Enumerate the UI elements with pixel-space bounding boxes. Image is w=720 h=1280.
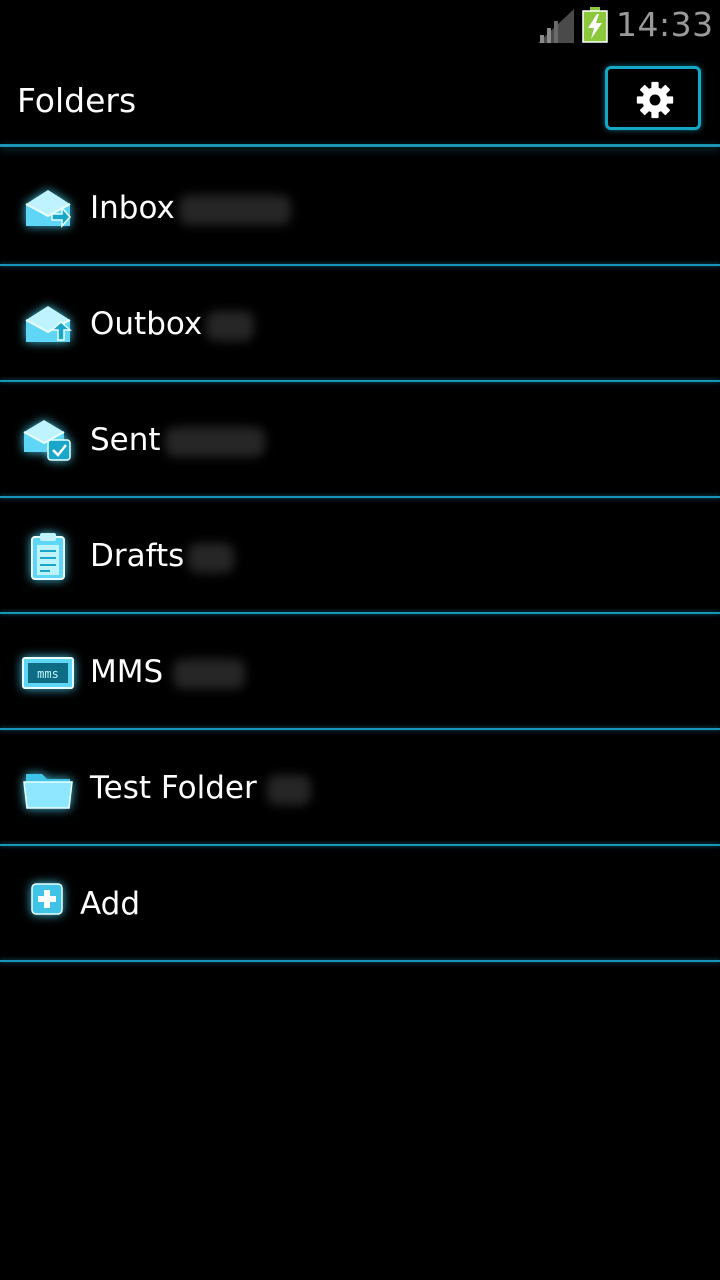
folder-item-drafts[interactable]: Drafts xyxy=(0,498,720,614)
folder-item-outbox[interactable]: Outbox xyxy=(0,266,720,382)
battery-charging-icon xyxy=(582,7,608,43)
sent-icon xyxy=(23,420,71,461)
add-label: Add xyxy=(80,886,141,922)
mms-icon-label: mms xyxy=(37,667,59,681)
folder-label: Drafts xyxy=(90,538,185,574)
mms-icon: mms xyxy=(22,657,74,689)
unread-count-badge xyxy=(206,310,255,341)
folder-label: Sent xyxy=(90,422,161,458)
signal-icon xyxy=(538,9,574,43)
folder-icon xyxy=(23,774,73,809)
unread-count-badge xyxy=(266,774,311,805)
folder-item-inbox[interactable]: Inbox xyxy=(0,150,720,266)
outbox-icon xyxy=(25,306,72,342)
folder-item-sent[interactable]: Sent xyxy=(0,382,720,498)
clock: 14:33 xyxy=(616,5,714,44)
add-folder-button[interactable]: Add xyxy=(0,846,720,962)
header: Folders xyxy=(0,50,720,146)
unread-count-badge xyxy=(164,426,265,457)
status-bar: 14:33 xyxy=(0,0,720,50)
header-divider xyxy=(0,144,720,147)
gear-icon xyxy=(636,81,674,119)
folder-item-test-folder[interactable]: Test Folder xyxy=(0,730,720,846)
drafts-icon xyxy=(31,533,65,580)
inbox-icon xyxy=(25,190,72,228)
add-icon xyxy=(31,883,63,915)
folder-item-mms[interactable]: mms MMS xyxy=(0,614,720,730)
settings-button[interactable] xyxy=(605,66,701,130)
page-title: Folders xyxy=(17,81,137,120)
unread-count-badge xyxy=(173,658,246,689)
folder-list: Inbox Outbox Sent Drafts mms MMS Test Fo… xyxy=(0,150,720,962)
folder-label: Test Folder xyxy=(90,770,257,806)
folder-label: Inbox xyxy=(90,190,175,226)
unread-count-badge xyxy=(188,542,235,573)
folder-label: Outbox xyxy=(90,306,203,342)
folder-label: MMS xyxy=(90,654,164,690)
unread-count-badge xyxy=(178,194,291,225)
